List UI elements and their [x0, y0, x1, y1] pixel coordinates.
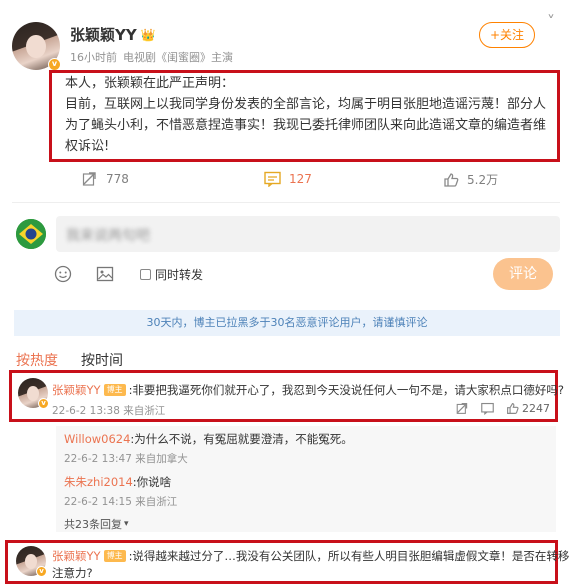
comment-icon[interactable]: [481, 402, 494, 415]
reply-author[interactable]: Willow0624: [64, 432, 130, 446]
reply-text: :你说啥: [132, 475, 172, 489]
comment-author[interactable]: 张颖颖YY: [52, 382, 101, 398]
thumbs-up-icon: [444, 172, 459, 187]
comment-text-row: 张颖颖YY 博主 :非要把我逼死你们就开心了，我忍到今天没说任何人一句不是，请大…: [52, 382, 564, 398]
crown-emoji-icon: 👑: [140, 27, 156, 42]
comment-button[interactable]: 127: [264, 171, 312, 187]
reply-item: Willow0624:为什么不说，有冤屈就要澄清，不能冤死。: [64, 431, 353, 447]
follow-button[interactable]: +关注: [479, 22, 535, 48]
tab-hot[interactable]: 按热度: [16, 350, 58, 370]
moderation-notice: 30天内，博主已拉黑多于30名恶意评论用户，请谨慎评论: [14, 310, 560, 336]
comment-text-row: 张颖颖YY 博主 :说得越来越过分了…我没有公关团队，所以有些人明目张胆编辑虚假…: [52, 548, 569, 564]
image-button[interactable]: [96, 265, 114, 287]
comment-actions: 2247: [456, 402, 550, 415]
comment-icon: [264, 171, 281, 187]
comment-input-placeholder: 我来说两句吧: [66, 228, 150, 244]
post-author-role: 电视剧《闺蜜圈》主演: [123, 51, 233, 64]
repost-button[interactable]: 778: [82, 171, 129, 187]
more-replies-link[interactable]: 共23条回复 ▾: [64, 516, 129, 532]
verified-badge-icon: v: [36, 566, 47, 577]
repost-count: 778: [106, 172, 129, 186]
comment-text: :说得越来越过分了…我没有公关团队，所以有些人明目张胆编辑虚假文章！是否在转移: [128, 549, 570, 563]
reply-time: 22-6-2 14:15 来自浙江: [64, 496, 178, 508]
post-body-line: 目前，互联网上以我同学身份发表的全部言论，均属于明目张胆地造谣污蔑！部分人: [65, 97, 547, 112]
like-button[interactable]: 5.2万: [443, 171, 498, 188]
verified-badge-icon: v: [38, 398, 49, 409]
emoji-button[interactable]: [54, 265, 72, 287]
comment-like-count: 2247: [522, 402, 550, 415]
repost-icon[interactable]: [456, 402, 469, 415]
post-body-line: 权诉讼!: [65, 139, 110, 154]
also-repost-option[interactable]: 同时转发: [140, 266, 203, 283]
image-icon: [96, 266, 114, 282]
divider: [12, 202, 560, 203]
chevron-down-icon[interactable]: ˅: [547, 12, 555, 31]
like-count: 5.2万: [467, 173, 499, 187]
chevron-down-icon: ▾: [124, 519, 129, 529]
comment-count: 127: [289, 172, 312, 186]
tab-time[interactable]: 按时间: [81, 350, 123, 370]
author-tag-badge: 博主: [103, 384, 126, 396]
viewer-avatar[interactable]: [16, 219, 46, 249]
reply-time: 22-6-2 13:47 来自加拿大: [64, 453, 188, 465]
comment-time: 22-6-2 13:38 来自浙江: [52, 405, 166, 417]
thumbs-up-icon: [507, 403, 519, 414]
submit-comment-button[interactable]: 评论: [493, 258, 553, 290]
more-replies-label: 共23条回复: [64, 518, 122, 531]
post-time[interactable]: 16小时前: [70, 49, 117, 65]
repost-icon: [82, 172, 96, 186]
post-body-line: 为了蝇头小利，不惜恶意捏造事实！我现已委托律师团队来向此造谣文章的编造者维: [65, 118, 547, 133]
post-body-line: 本人，张颖颖在此严正声明：: [65, 76, 235, 91]
comment-input[interactable]: 我来说两句吧: [56, 216, 560, 252]
also-repost-label: 同时转发: [155, 268, 204, 282]
also-repost-checkbox[interactable]: [140, 269, 151, 280]
comment-text-continued: 注意力?: [52, 566, 93, 580]
brazil-flag-icon: [16, 219, 46, 249]
comment-like-button[interactable]: 2247: [506, 402, 550, 415]
post-meta: 16小时前 电视剧《闺蜜圈》主演: [70, 49, 233, 65]
post-body: 本人，张颖颖在此严正声明： 目前，互联网上以我同学身份发表的全部言论，均属于明目…: [65, 73, 555, 157]
comment-text: :非要把我逼死你们就开心了，我忍到今天没说任何人一句不是，请大家积点口德好吗?: [128, 383, 565, 397]
author-name[interactable]: 张颖颖YY: [70, 24, 137, 45]
author-name-row: 张颖颖YY 👑: [70, 24, 156, 45]
reply-author[interactable]: 朱朱zhi2014: [64, 475, 133, 489]
author-tag-badge: 博主: [103, 550, 126, 562]
smiley-icon: [54, 265, 72, 283]
reply-item: 朱朱zhi2014:你说啥: [64, 474, 171, 490]
comment-author[interactable]: 张颖颖YY: [52, 548, 101, 564]
reply-text: :为什么不说，有冤屈就要澄清，不能冤死。: [130, 432, 353, 446]
